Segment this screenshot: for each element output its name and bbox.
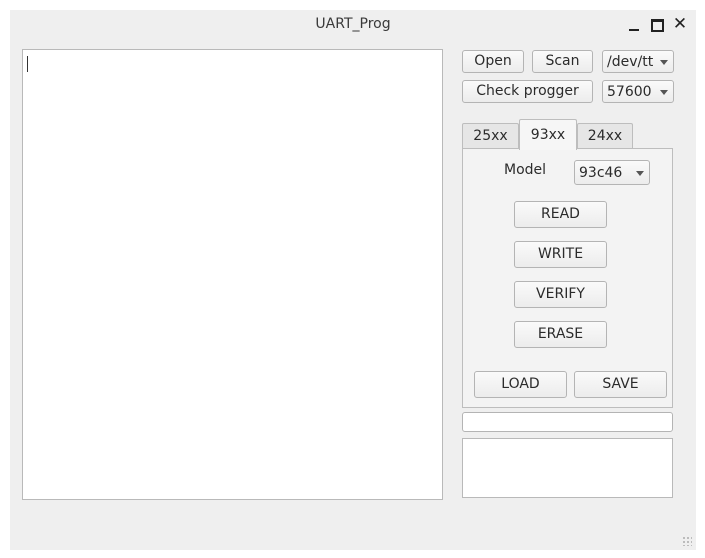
tab-93xx[interactable]: 93xx: [519, 119, 577, 150]
load-button-label: LOAD: [501, 376, 540, 392]
open-button-label: Open: [474, 53, 512, 69]
scan-button-label: Scan: [545, 53, 580, 69]
check-progger-button[interactable]: Check progger: [462, 80, 593, 103]
model-label: Model: [504, 162, 547, 178]
minimize-icon[interactable]: [624, 14, 644, 34]
close-icon[interactable]: ✕: [670, 14, 690, 34]
baud-select-value: 57600: [607, 84, 652, 100]
tab-25xx[interactable]: 25xx: [462, 123, 519, 149]
open-button[interactable]: Open: [462, 50, 524, 73]
tab-24xx[interactable]: 24xx: [577, 123, 633, 149]
read-button[interactable]: READ: [514, 201, 607, 228]
port-select[interactable]: /dev/tt: [602, 50, 674, 73]
tab-24xx-label: 24xx: [587, 128, 623, 144]
chevron-down-icon: [660, 60, 668, 65]
verify-button[interactable]: VERIFY: [514, 281, 607, 308]
write-button-label: WRITE: [537, 246, 584, 262]
read-button-label: READ: [541, 206, 580, 222]
verify-button-label: VERIFY: [536, 286, 585, 302]
title-bar: UART_Prog ✕: [10, 10, 696, 38]
load-button[interactable]: LOAD: [474, 371, 567, 398]
erase-button[interactable]: ERASE: [514, 321, 607, 348]
check-progger-label: Check progger: [476, 83, 579, 99]
scan-button[interactable]: Scan: [532, 50, 593, 73]
maximize-icon[interactable]: [647, 14, 667, 34]
chevron-down-icon: [636, 171, 644, 176]
save-button-label: SAVE: [602, 376, 639, 392]
text-caret: [27, 56, 28, 72]
port-select-value: /dev/tt: [607, 54, 654, 70]
tab-93xx-label: 93xx: [530, 127, 566, 143]
progress-bar: [462, 412, 673, 432]
chevron-down-icon: [660, 90, 668, 95]
hex-editor-textarea[interactable]: [22, 49, 443, 500]
baud-select[interactable]: 57600: [602, 80, 674, 103]
resize-grip-icon[interactable]: [682, 536, 692, 546]
save-button[interactable]: SAVE: [574, 371, 667, 398]
model-select[interactable]: 93c46: [574, 160, 650, 185]
erase-button-label: ERASE: [537, 326, 584, 342]
tab-panel-93xx: Model 93c46 READ WRITE VERIFY ERASE LOAD…: [462, 148, 673, 408]
window-title: UART_Prog: [315, 16, 391, 32]
status-log[interactable]: [462, 438, 673, 498]
model-select-value: 93c46: [579, 165, 623, 181]
write-button[interactable]: WRITE: [514, 241, 607, 268]
main-window: UART_Prog ✕ Open Scan /dev/tt Check prog…: [10, 10, 696, 550]
tab-25xx-label: 25xx: [473, 128, 508, 144]
